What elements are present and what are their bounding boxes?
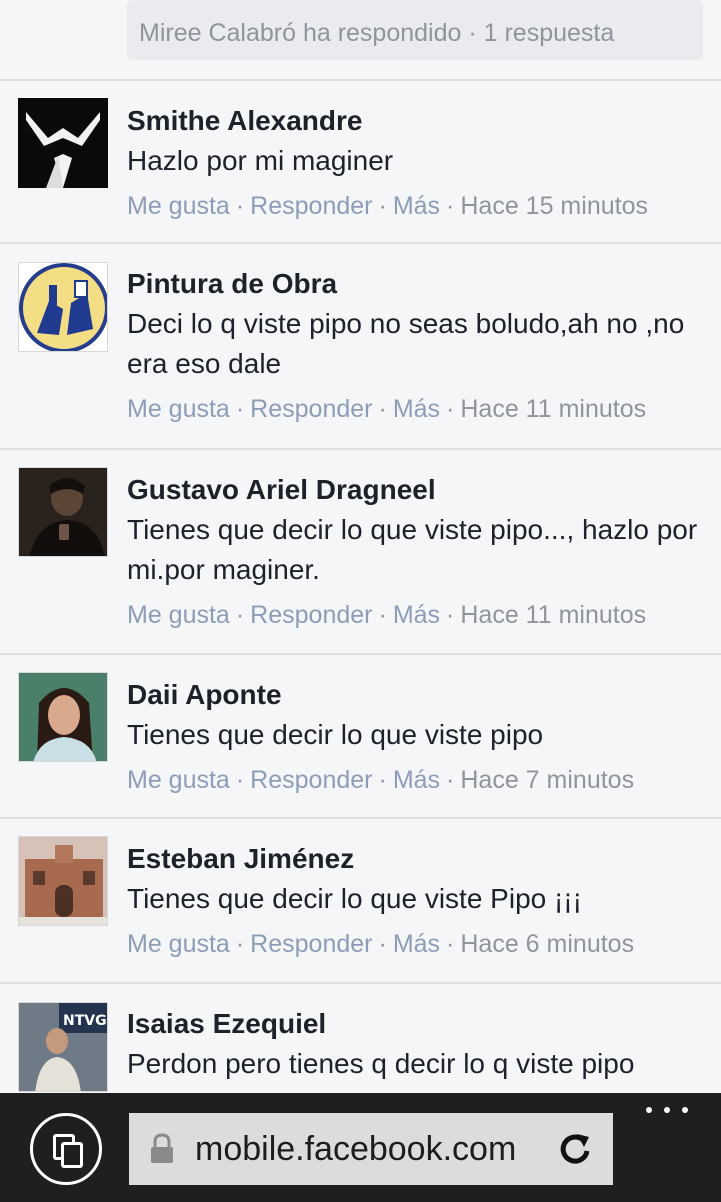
comment-text: Tienes que decir lo que viste pipo..., h… xyxy=(127,514,698,585)
avatar[interactable] xyxy=(18,262,108,352)
lock-icon xyxy=(151,1133,173,1163)
avatar[interactable] xyxy=(18,672,108,762)
comment-text: Deci lo q viste pipo no seas boludo,ah n… xyxy=(127,308,685,379)
avatar-image xyxy=(19,837,107,925)
commenter-name[interactable]: Daii Aponte xyxy=(127,677,709,713)
like-link[interactable]: Me gusta xyxy=(127,395,230,423)
reply-link[interactable]: Responder xyxy=(250,766,372,794)
like-link[interactable]: Me gusta xyxy=(127,192,230,220)
avatar-image xyxy=(18,98,108,188)
separator: · xyxy=(378,192,387,220)
commenter-name[interactable]: Esteban Jiménez xyxy=(127,841,709,877)
comment-timestamp: Hace 15 minutos xyxy=(460,192,648,220)
dot xyxy=(664,1107,670,1113)
separator: · xyxy=(446,601,455,629)
separator: · xyxy=(446,766,455,794)
reply-link[interactable]: Responder xyxy=(250,601,372,629)
like-link[interactable]: Me gusta xyxy=(127,766,230,794)
avatar-image xyxy=(19,263,107,351)
separator: · xyxy=(446,395,455,423)
like-link[interactable]: Me gusta xyxy=(127,930,230,958)
reply-link[interactable]: Responder xyxy=(250,395,372,423)
separator: · xyxy=(235,766,245,794)
comment-item: Pintura de Obra Deci lo q viste pipo no … xyxy=(0,244,721,450)
browser-bottom-bar: mobile.facebook.com xyxy=(0,1093,721,1202)
comment-text: Tienes que decir lo que viste Pipo ¡¡¡ xyxy=(127,883,582,914)
comment-timestamp: Hace 6 minutos xyxy=(460,930,635,958)
tabs-icon-front xyxy=(61,1142,83,1168)
avatar[interactable] xyxy=(18,467,108,557)
more-icon[interactable] xyxy=(644,1103,692,1117)
separator: · xyxy=(235,395,245,423)
comment-item: Esteban Jiménez Tienes que decir lo que … xyxy=(0,819,721,984)
comment-feed: Miree Calabró ha respondido · 1 respuest… xyxy=(0,0,721,1093)
avatar-badge-text: NTVG xyxy=(63,1013,107,1029)
comment-text: Hazlo por mi maginer xyxy=(127,145,394,176)
separator: · xyxy=(378,766,387,794)
comment-text: Tienes que decir lo que viste pipo xyxy=(127,719,544,750)
tabs-icon[interactable] xyxy=(30,1113,102,1185)
comment-item: NTVG Isaias Ezequiel Perdon pero tienes … xyxy=(0,984,721,1093)
avatar[interactable] xyxy=(18,836,108,926)
comment-actions: Me gusta · Responder · Más · Hace 11 minutos xyxy=(127,392,709,426)
url-text[interactable]: mobile.facebook.com xyxy=(195,1113,516,1185)
commenter-name[interactable]: Smithe Alexandre xyxy=(127,103,709,139)
refresh-icon[interactable] xyxy=(557,1131,593,1167)
avatar[interactable]: NTVG xyxy=(18,1002,108,1092)
avatar[interactable] xyxy=(18,98,108,188)
separator: · xyxy=(378,395,387,423)
more-link[interactable]: Más xyxy=(393,601,440,629)
reply-link[interactable]: Responder xyxy=(250,192,372,220)
separator: · xyxy=(235,192,245,220)
dot xyxy=(682,1107,688,1113)
separator: · xyxy=(446,930,455,958)
avatar-image: NTVG xyxy=(19,1003,107,1091)
commenter-name[interactable]: Isaias Ezequiel xyxy=(127,1006,709,1042)
more-link[interactable]: Más xyxy=(393,395,440,423)
dot xyxy=(646,1107,652,1113)
reply-link[interactable]: Responder xyxy=(250,930,372,958)
address-bar[interactable]: mobile.facebook.com xyxy=(129,1113,613,1185)
commenter-name[interactable]: Gustavo Ariel Dragneel xyxy=(127,472,709,508)
comment-timestamp: Hace 11 minutos xyxy=(460,601,647,629)
comment-actions: Me gusta · Responder · Más · Hace 7 minutos xyxy=(127,763,709,797)
comment-actions: Me gusta · Responder · Más · Hace 15 minutos xyxy=(127,189,709,223)
comment-timestamp: Hace 11 minutos xyxy=(460,395,647,423)
view-replies-link[interactable]: Miree Calabró ha respondido · 1 respuest… xyxy=(127,0,703,60)
more-link[interactable]: Más xyxy=(393,192,440,220)
separator: · xyxy=(235,930,245,958)
avatar-image xyxy=(19,468,107,556)
separator: · xyxy=(235,601,245,629)
comment-item: Smithe Alexandre Hazlo por mi maginer Me… xyxy=(0,81,721,244)
comment-item: Daii Aponte Tienes que decir lo que vist… xyxy=(0,655,721,819)
comment-item: Gustavo Ariel Dragneel Tienes que decir … xyxy=(0,450,721,655)
comment-text: Perdon pero tienes q decir lo q viste pi… xyxy=(127,1048,635,1079)
avatar-image xyxy=(19,673,107,761)
more-link[interactable]: Más xyxy=(393,766,440,794)
comment-timestamp: Hace 7 minutos xyxy=(460,766,635,794)
separator: · xyxy=(378,601,387,629)
separator: · xyxy=(446,192,455,220)
commenter-name[interactable]: Pintura de Obra xyxy=(127,266,709,302)
more-link[interactable]: Más xyxy=(393,930,440,958)
separator: · xyxy=(378,930,387,958)
like-link[interactable]: Me gusta xyxy=(127,601,230,629)
comment-actions: Me gusta · Responder · Más · Hace 6 minutos xyxy=(127,927,709,961)
comment-actions: Me gusta · Responder · Más · Hace 11 minutos xyxy=(127,598,709,632)
